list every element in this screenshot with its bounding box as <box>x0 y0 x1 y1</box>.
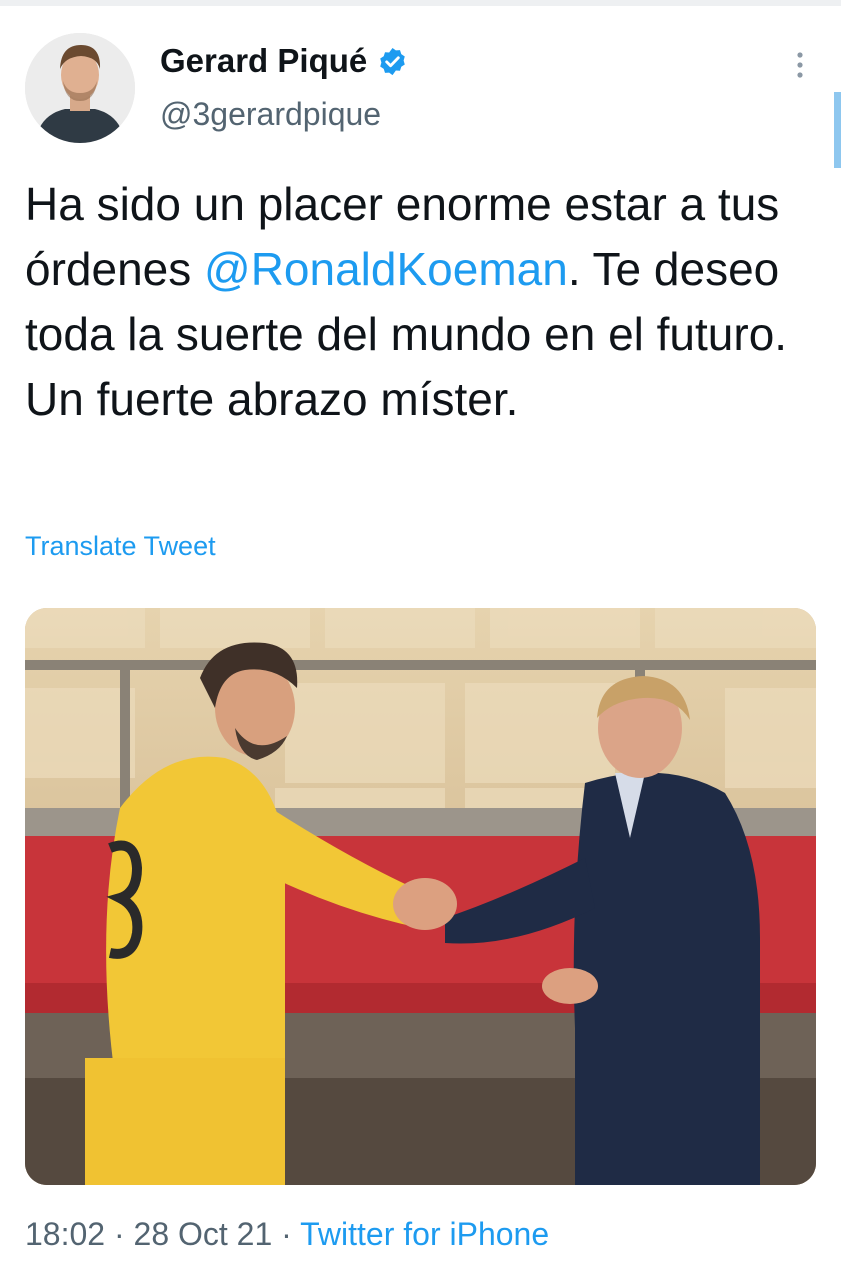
more-vertical-icon[interactable] <box>790 50 810 84</box>
tweet-text: Ha sido un placer enorme estar a tus órd… <box>25 172 815 432</box>
tweet-date[interactable]: 28 Oct 21 <box>134 1216 273 1252</box>
author-name-row[interactable]: Gerard Piqué <box>160 42 408 80</box>
meta-separator: · <box>272 1216 301 1252</box>
scrollbar[interactable] <box>834 92 841 168</box>
tweet-photo[interactable] <box>25 608 816 1185</box>
mention-link[interactable]: @RonaldKoeman <box>204 243 568 295</box>
tweet-source-link[interactable]: Twitter for iPhone <box>300 1216 549 1252</box>
verified-badge-icon <box>377 46 408 77</box>
tweet-meta: 18:02 · 28 Oct 21 · Twitter for iPhone <box>25 1216 549 1253</box>
translate-tweet-link[interactable]: Translate Tweet <box>25 531 216 562</box>
display-name[interactable]: Gerard Piqué <box>160 42 367 80</box>
top-divider <box>0 0 841 6</box>
handle[interactable]: @3gerardpique <box>160 96 381 133</box>
avatar[interactable] <box>25 33 135 143</box>
meta-separator: · <box>105 1216 134 1252</box>
tweet-time[interactable]: 18:02 <box>25 1216 105 1252</box>
